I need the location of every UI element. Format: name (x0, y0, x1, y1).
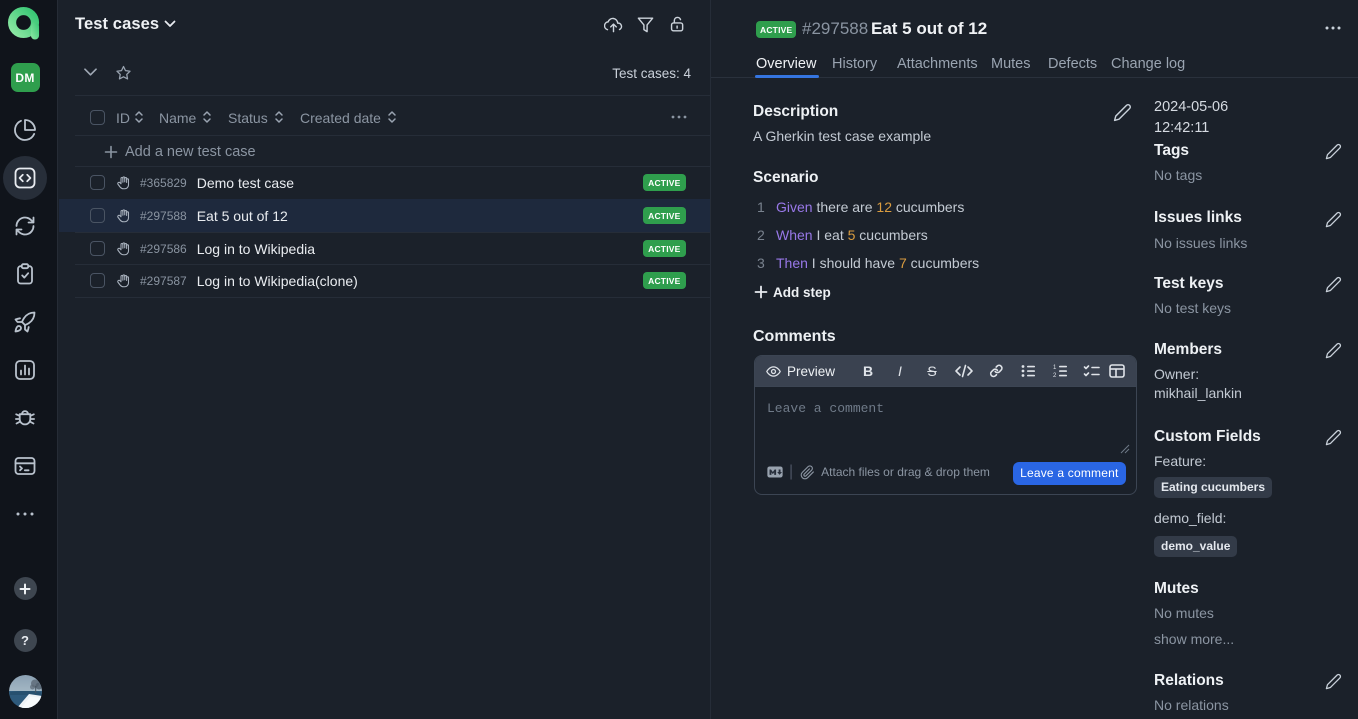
svg-text:1: 1 (1053, 365, 1057, 371)
svg-text:2: 2 (1053, 373, 1057, 378)
